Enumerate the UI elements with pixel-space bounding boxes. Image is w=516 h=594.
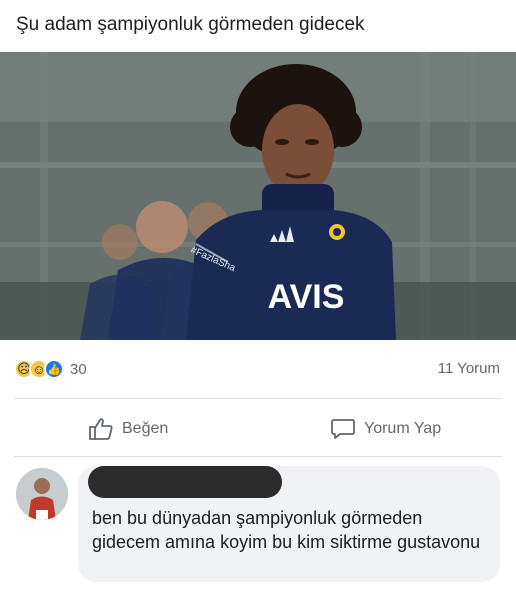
reaction-count: 30 — [70, 360, 87, 378]
divider — [14, 398, 502, 399]
post-text: Şu adam şampiyonluk görmeden gidecek — [16, 14, 365, 35]
like-label: Beğen — [122, 420, 169, 437]
comment-count[interactable]: 11 Yorum — [438, 360, 500, 377]
comment-text: ben bu dünyadan şampiyonluk görmeden gid… — [92, 508, 481, 552]
thumbs-up-icon — [89, 418, 113, 440]
like-icon: 👍 — [44, 359, 64, 379]
avatar[interactable] — [16, 468, 68, 520]
reactions-summary[interactable]: ☹ ☺ 👍 30 — [14, 358, 87, 380]
comment-bubble-icon — [331, 419, 355, 439]
divider — [14, 456, 502, 457]
redacted-author-name — [88, 466, 282, 498]
comment-button[interactable]: Yorum Yap — [330, 414, 441, 444]
comment-label: Yorum Yap — [364, 420, 442, 437]
like-button[interactable]: Beğen — [88, 414, 168, 444]
jersey-sponsor-text: AVIS — [268, 278, 345, 316]
post-photo[interactable]: AVIS #FazlaSha — [0, 52, 516, 340]
